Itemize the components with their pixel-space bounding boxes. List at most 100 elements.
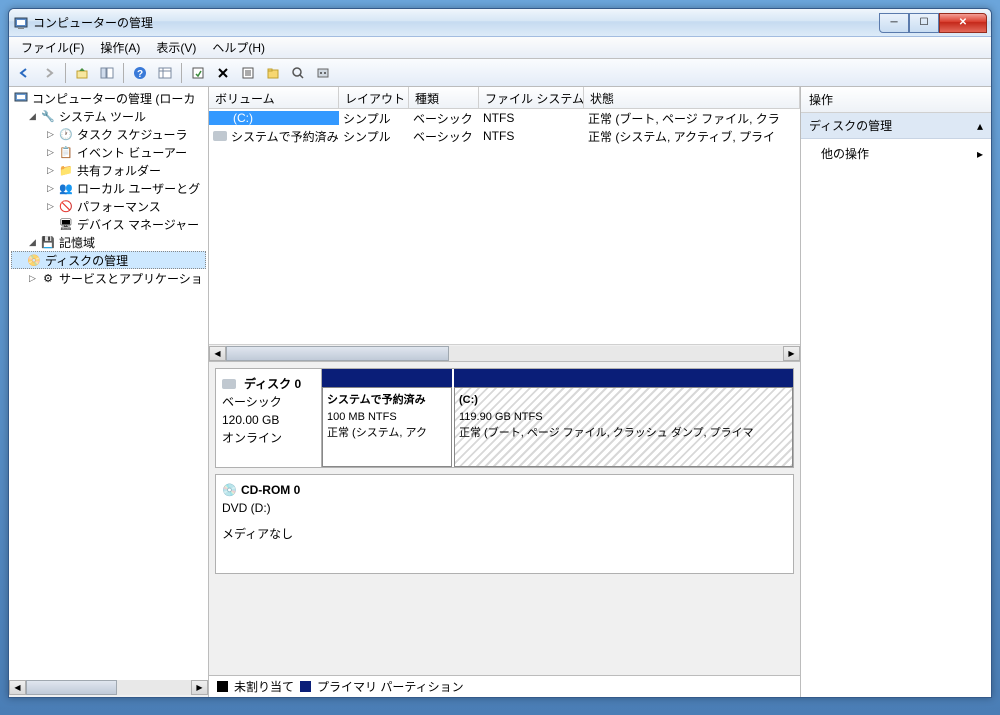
disk-size: 120.00 GB <box>222 411 315 429</box>
disk-0[interactable]: ディスク 0 ベーシック 120.00 GB オンライン <box>215 368 794 468</box>
separator <box>181 63 182 83</box>
partition-c[interactable]: (C:) 119.90 GB NTFS 正常 (ブート, ページ ファイル, ク… <box>454 387 793 467</box>
media-status: メディアなし <box>222 525 316 543</box>
perf-icon: 🚫 <box>58 198 74 214</box>
scroll-left-button[interactable]: ◀ <box>9 680 26 695</box>
scroll-track[interactable] <box>26 680 191 695</box>
menu-action[interactable]: 操作(A) <box>92 37 148 58</box>
forward-button[interactable] <box>38 62 60 84</box>
view-mode-button[interactable] <box>154 62 176 84</box>
separator <box>123 63 124 83</box>
up-button[interactable] <box>71 62 93 84</box>
collapse-icon[interactable]: ◢ <box>27 111 38 122</box>
scroll-thumb[interactable] <box>26 680 117 695</box>
part-name: (C:) <box>459 392 788 409</box>
more-actions[interactable]: 他の操作 ▸ <box>801 139 991 168</box>
volume-scrollbar[interactable]: ◀ ▶ <box>209 344 800 361</box>
disk-title: 💿CD-ROM 0 <box>222 481 316 499</box>
back-button[interactable] <box>13 62 35 84</box>
menu-view[interactable]: 表示(V) <box>148 37 204 58</box>
legend-unallocated-label: 未割り当て <box>234 678 294 695</box>
computer-management-window: コンピューターの管理 ─ ☐ ✕ ファイル(F) 操作(A) 表示(V) ヘルプ… <box>8 8 992 698</box>
col-layout[interactable]: レイアウト <box>339 87 409 108</box>
spacer <box>13 255 24 266</box>
volume-row[interactable]: (C:) シンプル ベーシック NTFS 正常 (ブート, ページ ファイル, … <box>209 109 800 127</box>
part-size: 100 MB NTFS <box>327 409 447 426</box>
partition-header <box>454 369 793 387</box>
scroll-right-button[interactable]: ▶ <box>191 680 208 695</box>
menu-help[interactable]: ヘルプ(H) <box>204 37 273 58</box>
minimize-button[interactable]: ─ <box>879 13 909 33</box>
event-icon: 📋 <box>58 144 74 160</box>
tree-label: サービスとアプリケーショ <box>59 270 203 287</box>
scroll-right-button[interactable]: ▶ <box>783 346 800 361</box>
tree-shared-folders[interactable]: ▷ 📁 共有フォルダー <box>11 161 206 179</box>
tree-system-tools[interactable]: ◢ 🔧 システム ツール <box>11 107 206 125</box>
tree-event-viewer[interactable]: ▷ 📋 イベント ビューアー <box>11 143 206 161</box>
expand-icon[interactable]: ▷ <box>45 147 56 158</box>
submenu-icon: ▸ <box>977 147 983 161</box>
scroll-left-button[interactable]: ◀ <box>209 346 226 361</box>
refresh-button[interactable] <box>187 62 209 84</box>
tree-task-scheduler[interactable]: ▷ 🕐 タスク スケジューラ <box>11 125 206 143</box>
content-area: コンピューターの管理 (ローカ ◢ 🔧 システム ツール ▷ 🕐 タスク スケジ… <box>9 87 991 697</box>
cell-status: 正常 (ブート, ページ ファイル, クラ <box>584 110 800 127</box>
cell-volume: システムで予約済み <box>209 128 339 145</box>
navigation-tree: コンピューターの管理 (ローカ ◢ 🔧 システム ツール ▷ 🕐 タスク スケジ… <box>9 87 209 697</box>
legend-unallocated-swatch <box>217 681 228 692</box>
settings-button[interactable] <box>312 62 334 84</box>
folder-button[interactable] <box>262 62 284 84</box>
expand-icon[interactable]: ▷ <box>27 273 38 284</box>
expand-icon[interactable]: ▷ <box>45 165 56 176</box>
tree-scrollbar[interactable]: ◀ ▶ <box>9 680 208 697</box>
show-hide-button[interactable] <box>96 62 118 84</box>
main-content: ボリューム レイアウト 種類 ファイル システム 状態 (C:) シンプル ベー… <box>209 87 801 697</box>
tree-performance[interactable]: ▷ 🚫 パフォーマンス <box>11 197 206 215</box>
maximize-button[interactable]: ☐ <box>909 13 939 33</box>
scroll-thumb[interactable] <box>226 346 449 361</box>
legend-primary-label: プライマリ パーティション <box>317 678 464 695</box>
cdrom-0[interactable]: 💿CD-ROM 0 DVD (D:) メディアなし <box>215 474 794 574</box>
col-volume[interactable]: ボリューム <box>209 87 339 108</box>
properties-button[interactable] <box>237 62 259 84</box>
tree-services[interactable]: ▷ ⚙ サービスとアプリケーショ <box>11 269 206 287</box>
titlebar[interactable]: コンピューターの管理 ─ ☐ ✕ <box>9 9 991 37</box>
tree-disk-management[interactable]: 📀 ディスクの管理 <box>11 251 206 269</box>
scroll-track[interactable] <box>226 346 783 361</box>
menubar: ファイル(F) 操作(A) 表示(V) ヘルプ(H) <box>9 37 991 59</box>
tree-device-manager[interactable]: 🖥 デバイス マネージャー <box>11 215 206 233</box>
tree-label: システム ツール <box>59 108 146 125</box>
volume-row[interactable]: システムで予約済み シンプル ベーシック NTFS 正常 (システム, アクティ… <box>209 127 800 145</box>
cell-status: 正常 (システム, アクティブ, プライ <box>584 128 800 145</box>
disk-icon: 📀 <box>26 252 42 268</box>
partitions: システムで予約済み 100 MB NTFS 正常 (システム, アク (C:) … <box>322 369 793 467</box>
tree-root[interactable]: コンピューターの管理 (ローカ <box>11 89 206 107</box>
collapse-icon: ▴ <box>977 119 983 133</box>
col-status[interactable]: 状態 <box>584 87 800 108</box>
tree-local-users[interactable]: ▷ 👥 ローカル ユーザーとグ <box>11 179 206 197</box>
clock-icon: 🕐 <box>58 126 74 142</box>
actions-section[interactable]: ディスクの管理 ▴ <box>801 113 991 139</box>
menu-file[interactable]: ファイル(F) <box>13 37 92 58</box>
collapse-icon[interactable]: ◢ <box>27 237 38 248</box>
expand-icon[interactable]: ▷ <box>45 183 56 194</box>
cell-fs: NTFS <box>479 129 584 143</box>
partition-system-reserved[interactable]: システムで予約済み 100 MB NTFS 正常 (システム, アク <box>322 387 452 467</box>
expand-icon[interactable]: ▷ <box>45 201 56 212</box>
cdrom-icon: 💿 <box>222 481 237 499</box>
search-button[interactable] <box>287 62 309 84</box>
col-filesystem[interactable]: ファイル システム <box>479 87 584 108</box>
close-button[interactable]: ✕ <box>939 13 987 33</box>
volume-header-row: ボリューム レイアウト 種類 ファイル システム 状態 <box>209 87 800 109</box>
toolbar: ? <box>9 59 991 87</box>
empty-area <box>322 475 793 573</box>
part-name: システムで予約済み <box>327 392 447 409</box>
legend-primary-swatch <box>300 681 311 692</box>
help-button[interactable]: ? <box>129 62 151 84</box>
tree-label: 共有フォルダー <box>77 162 161 179</box>
tree-storage[interactable]: ◢ 💾 記憶域 <box>11 233 206 251</box>
expand-icon[interactable]: ▷ <box>45 129 56 140</box>
delete-button[interactable] <box>212 62 234 84</box>
col-type[interactable]: 種類 <box>409 87 479 108</box>
tree-label: パフォーマンス <box>77 198 161 215</box>
